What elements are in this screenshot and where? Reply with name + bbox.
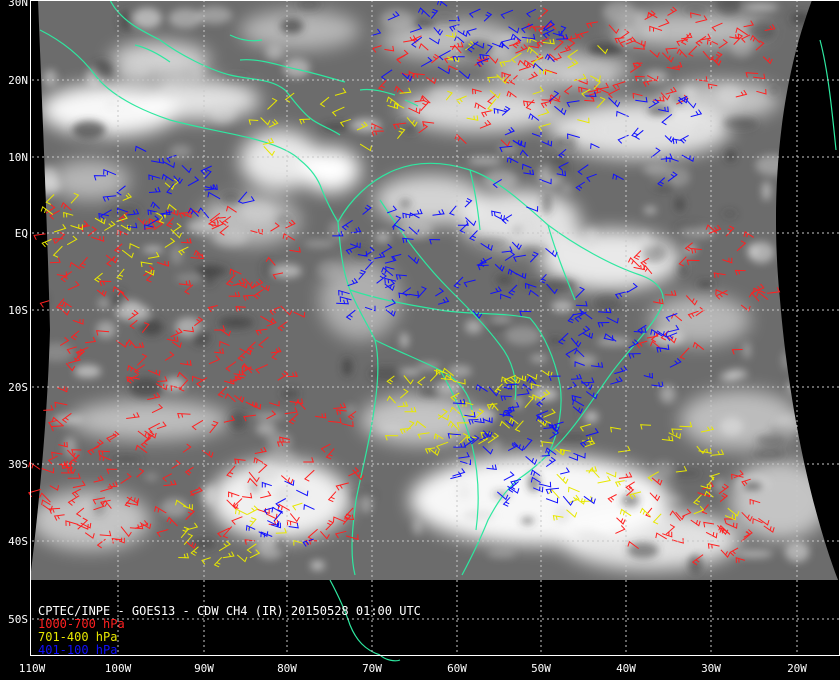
- satellite-imagery: [30, 0, 840, 580]
- longitude-label: 70W: [362, 662, 382, 675]
- longitude-label: 60W: [447, 662, 467, 675]
- longitude-label: 80W: [277, 662, 297, 675]
- longitude-label: 110W: [19, 662, 46, 675]
- latitude-label: 20N: [8, 74, 28, 87]
- latitude-label: 30S: [8, 458, 28, 471]
- latitude-label: 10N: [8, 151, 28, 164]
- longitude-label: 40W: [616, 662, 636, 675]
- longitude-label: 30W: [701, 662, 721, 675]
- longitude-label: 90W: [194, 662, 214, 675]
- latitude-label: EQ: [15, 227, 28, 240]
- latitude-label: 50S: [8, 613, 28, 626]
- longitude-label: 100W: [105, 662, 132, 675]
- latitude-label: 30N: [8, 0, 28, 9]
- latitude-label: 20S: [8, 381, 28, 394]
- longitude-label: 20W: [787, 662, 807, 675]
- satellite-map: 30N 20N 10N EQ 10S 20S 30S 40S 50S 110W 100W 90W 80…: [0, 0, 840, 680]
- latitude-label: 10S: [8, 304, 28, 317]
- legend-entry-401-100: 401-100 hPa: [38, 643, 118, 657]
- latitude-label: 40S: [8, 535, 28, 548]
- longitude-label: 50W: [531, 662, 551, 675]
